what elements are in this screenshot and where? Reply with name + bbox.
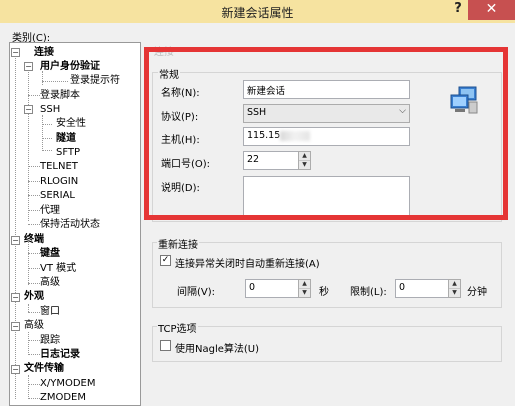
close-button[interactable]: ✕ xyxy=(468,0,515,20)
collapse-icon[interactable]: − xyxy=(11,365,20,374)
collapse-icon[interactable]: − xyxy=(11,48,20,57)
tree-item-keepalive[interactable]: 保持活动状态 xyxy=(40,219,100,231)
interval-input[interactable]: 0 xyxy=(245,279,300,298)
nagle-checkbox-label[interactable]: 使用Nagle算法(U) xyxy=(175,340,259,355)
limit-unit: 分钟 xyxy=(467,287,487,298)
interval-spinner[interactable]: ▲ ▼ xyxy=(298,279,311,298)
reconnect-checkbox-label[interactable]: 连接异常关闭时自动重新连接(A) xyxy=(175,255,320,270)
tree-item-trace[interactable]: 跟踪 xyxy=(40,335,60,347)
tree-item-rlogin[interactable]: RLOGIN xyxy=(40,176,78,188)
limit-label: 限制(L): xyxy=(350,287,387,298)
tree-item-sftp[interactable]: SFTP xyxy=(56,147,80,159)
reconnect-group xyxy=(152,242,502,308)
protocol-select[interactable]: SSH ⌵ xyxy=(243,104,410,123)
tree-item-logging[interactable]: 日志记录 xyxy=(40,349,80,361)
tree-item-appearance[interactable]: 外观 xyxy=(24,291,44,303)
tree-item-vt-mode[interactable]: VT 模式 xyxy=(40,263,76,275)
tree-item-keyboard[interactable]: 键盘 xyxy=(40,248,60,260)
window-title: 新建会话属性 xyxy=(221,6,294,20)
tree-item-window[interactable]: 窗口 xyxy=(40,306,60,318)
panel-heading: 连接 xyxy=(154,47,174,58)
limit-spinner[interactable]: ▲ ▼ xyxy=(448,279,461,298)
tree-item-serial[interactable]: SERIAL xyxy=(40,190,75,202)
host-label: 主机(H): xyxy=(161,135,200,146)
host-value: 115.15 xyxy=(247,130,281,141)
tree-item-tunnel[interactable]: 隧道 xyxy=(56,133,76,145)
tree-item-proxy[interactable]: 代理 xyxy=(40,205,60,217)
port-input[interactable]: 22 xyxy=(243,151,300,170)
tree-item-ssh[interactable]: SSH xyxy=(40,104,60,116)
interval-unit: 秒 xyxy=(319,287,329,298)
tree-item-auth[interactable]: 用户身份验证 xyxy=(40,61,100,73)
reconnect-checkbox[interactable]: ✓ xyxy=(160,255,171,266)
collapse-icon[interactable]: − xyxy=(24,62,33,71)
tcp-legend: TCP选项 xyxy=(157,320,198,335)
tree-item-terminal-advanced[interactable]: 高级 xyxy=(40,277,60,289)
tree-item-zmodem[interactable]: ZMODEM xyxy=(40,392,86,404)
tree-item-security[interactable]: 安全性 xyxy=(56,118,86,130)
reconnect-legend: 重新连接 xyxy=(157,236,199,251)
limit-input[interactable]: 0 xyxy=(395,279,450,298)
redacted-host xyxy=(280,130,311,141)
description-label: 说明(D): xyxy=(161,183,200,194)
tree-item-connection[interactable]: 连接 xyxy=(34,47,54,59)
network-computers-icon xyxy=(450,86,478,114)
protocol-value: SSH xyxy=(247,107,267,118)
tree-item-xymodem[interactable]: X/YMODEM xyxy=(40,378,95,390)
collapse-icon[interactable]: − xyxy=(11,322,20,331)
tree-item-file-transfer[interactable]: 文件传输 xyxy=(24,363,64,375)
nagle-checkbox[interactable] xyxy=(160,340,171,351)
description-textarea[interactable] xyxy=(243,176,410,218)
chevron-down-icon: ⌵ xyxy=(399,106,406,116)
collapse-icon[interactable]: − xyxy=(24,105,33,114)
tree-item-login-prompt[interactable]: 登录提示符 xyxy=(70,75,120,87)
tree-item-terminal[interactable]: 终端 xyxy=(24,234,44,246)
name-input[interactable]: 新建会话 xyxy=(243,80,410,99)
interval-label: 间隔(V): xyxy=(177,287,216,298)
name-label: 名称(N): xyxy=(161,88,200,99)
tree-item-telnet[interactable]: TELNET xyxy=(40,161,78,173)
protocol-label: 协议(P): xyxy=(161,112,199,123)
help-button[interactable]: ? xyxy=(449,0,467,20)
host-input[interactable]: 115.15 xyxy=(243,127,410,146)
collapse-icon[interactable]: − xyxy=(11,236,20,245)
category-tree[interactable]: − − − − − − − 连接 用户身份验证 登录提示符 登录脚本 SSH 安… xyxy=(9,42,141,406)
general-legend: 常规 xyxy=(158,66,180,81)
tree-item-advanced[interactable]: 高级 xyxy=(24,320,44,332)
tree-item-login-script[interactable]: 登录脚本 xyxy=(40,90,80,102)
port-spinner[interactable]: ▲ ▼ xyxy=(298,151,311,170)
port-label: 端口号(O): xyxy=(161,159,211,170)
collapse-icon[interactable]: − xyxy=(11,293,20,302)
